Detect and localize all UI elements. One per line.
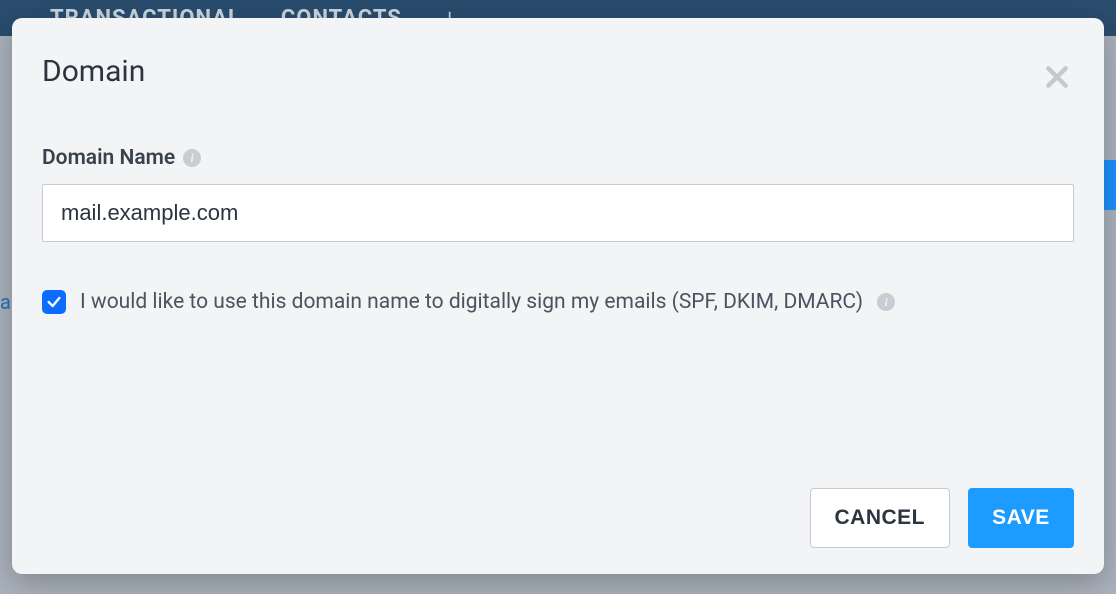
domain-name-input[interactable] — [42, 184, 1074, 242]
sign-emails-row: I would like to use this domain name to … — [42, 290, 1074, 314]
modal-title: Domain — [42, 54, 145, 89]
modal-footer: CANCEL SAVE — [42, 488, 1074, 548]
domain-name-label-row: Domain Name i — [42, 146, 1074, 170]
domain-name-label: Domain Name — [42, 146, 175, 170]
modal-header: Domain — [42, 54, 1074, 94]
close-icon[interactable] — [1040, 60, 1074, 94]
sign-emails-checkbox[interactable] — [42, 290, 66, 314]
save-button[interactable]: SAVE — [968, 488, 1074, 548]
domain-modal: Domain Domain Name i I would like to use… — [12, 18, 1104, 574]
side-link-fragment: a — [0, 290, 11, 314]
cancel-button[interactable]: CANCEL — [810, 488, 951, 548]
domain-name-field-group: Domain Name i — [42, 146, 1074, 242]
sign-emails-label: I would like to use this domain name to … — [80, 290, 863, 314]
info-icon[interactable]: i — [183, 149, 201, 167]
info-icon[interactable]: i — [877, 293, 895, 311]
